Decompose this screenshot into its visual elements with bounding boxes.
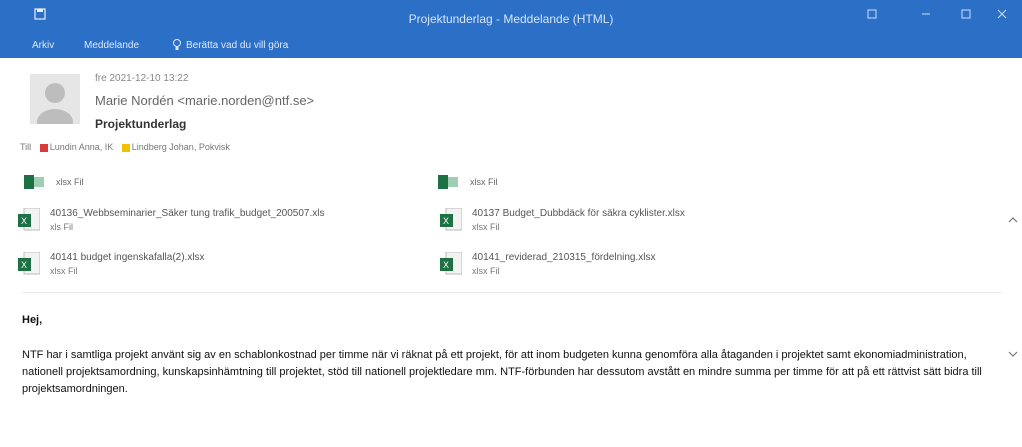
attachment-type: xls Fil	[50, 222, 73, 232]
presence-red-icon	[39, 143, 48, 152]
to-label: Till	[20, 142, 32, 152]
subject: Projektunderlag	[95, 117, 187, 131]
attachment-name: 40141_reviderad_210315_fördelning.xlsx	[472, 252, 656, 263]
body-paragraph: NTF har i samtliga projekt använt sig av…	[22, 349, 982, 395]
greeting: Hej,	[22, 314, 43, 326]
excel-icon: X	[440, 208, 462, 231]
svg-text:X: X	[443, 216, 449, 226]
attachment-type: xlsx Fil	[472, 266, 500, 276]
recipient[interactable]: Lundin Anna, IK	[39, 142, 113, 152]
svg-text:X: X	[443, 260, 449, 270]
attachment-type: xlsx Fil	[472, 222, 500, 232]
maximize-icon[interactable]	[960, 8, 972, 20]
attachment-item[interactable]: xlsx Fil	[438, 175, 618, 193]
attachment-name: 40141 budget ingenskafalla(2).xlsx	[50, 252, 205, 263]
recipients: Till Lundin Anna, IK Lindberg Johan, Pok…	[20, 142, 236, 152]
scrollbar[interactable]	[1006, 212, 1020, 412]
title-bar: Projektunderlag - Meddelande (HTML) Arki…	[0, 0, 1022, 58]
excel-icon	[438, 175, 458, 189]
attachment-name: 40137 Budget_Dubbdäck för säkra cykliste…	[472, 208, 685, 219]
sent-date: fre 2021-12-10 13:22	[95, 73, 189, 84]
attachment-item[interactable]: X 40141_reviderad_210315_fördelning.xlsx…	[440, 252, 840, 282]
restore-icon[interactable]	[866, 8, 878, 20]
excel-icon	[24, 175, 44, 189]
attachment-type: xlsx Fil	[56, 177, 84, 187]
attachment-type: xlsx Fil	[50, 266, 78, 276]
attachment-item[interactable]: xlsx Fil	[24, 175, 204, 193]
divider	[22, 292, 1002, 293]
attachment-name: 40136_Webbseminarier_Säker tung trafik_b…	[50, 208, 325, 219]
tab-arkiv[interactable]: Arkiv	[32, 40, 54, 51]
attachment-item[interactable]: X 40141 budget ingenskafalla(2).xlsx xls…	[18, 252, 418, 282]
message-pane: fre 2021-12-10 13:22 Marie Nordén <marie…	[10, 62, 1020, 447]
avatar	[30, 74, 80, 124]
close-icon[interactable]	[996, 8, 1008, 20]
tab-meddelande[interactable]: Meddelande	[84, 40, 139, 51]
message-body: Hej, NTF har i samtliga projekt använt s…	[22, 312, 1002, 398]
attachment-type: xlsx Fil	[470, 177, 498, 187]
excel-icon: X	[18, 252, 40, 275]
presence-yellow-icon	[121, 143, 130, 152]
excel-icon: X	[440, 252, 462, 275]
lightbulb-icon	[172, 38, 182, 55]
svg-text:X: X	[21, 216, 27, 226]
scroll-down-icon	[1008, 351, 1018, 357]
recipient[interactable]: Lindberg Johan, Pokvisk	[121, 142, 230, 152]
ribbon: Arkiv Meddelande Berätta vad du vill gör…	[0, 38, 1022, 56]
excel-icon: X	[18, 208, 40, 231]
svg-text:X: X	[21, 260, 27, 270]
minimize-icon[interactable]	[920, 8, 932, 20]
attachment-item[interactable]: X 40137 Budget_Dubbdäck för säkra cyklis…	[440, 208, 840, 238]
scroll-up-icon	[1008, 217, 1018, 223]
tell-me-search[interactable]: Berätta vad du vill göra	[186, 40, 288, 51]
sender[interactable]: Marie Nordén <marie.norden@ntf.se>	[95, 93, 314, 108]
attachment-item[interactable]: X 40136_Webbseminarier_Säker tung trafik…	[18, 208, 418, 238]
